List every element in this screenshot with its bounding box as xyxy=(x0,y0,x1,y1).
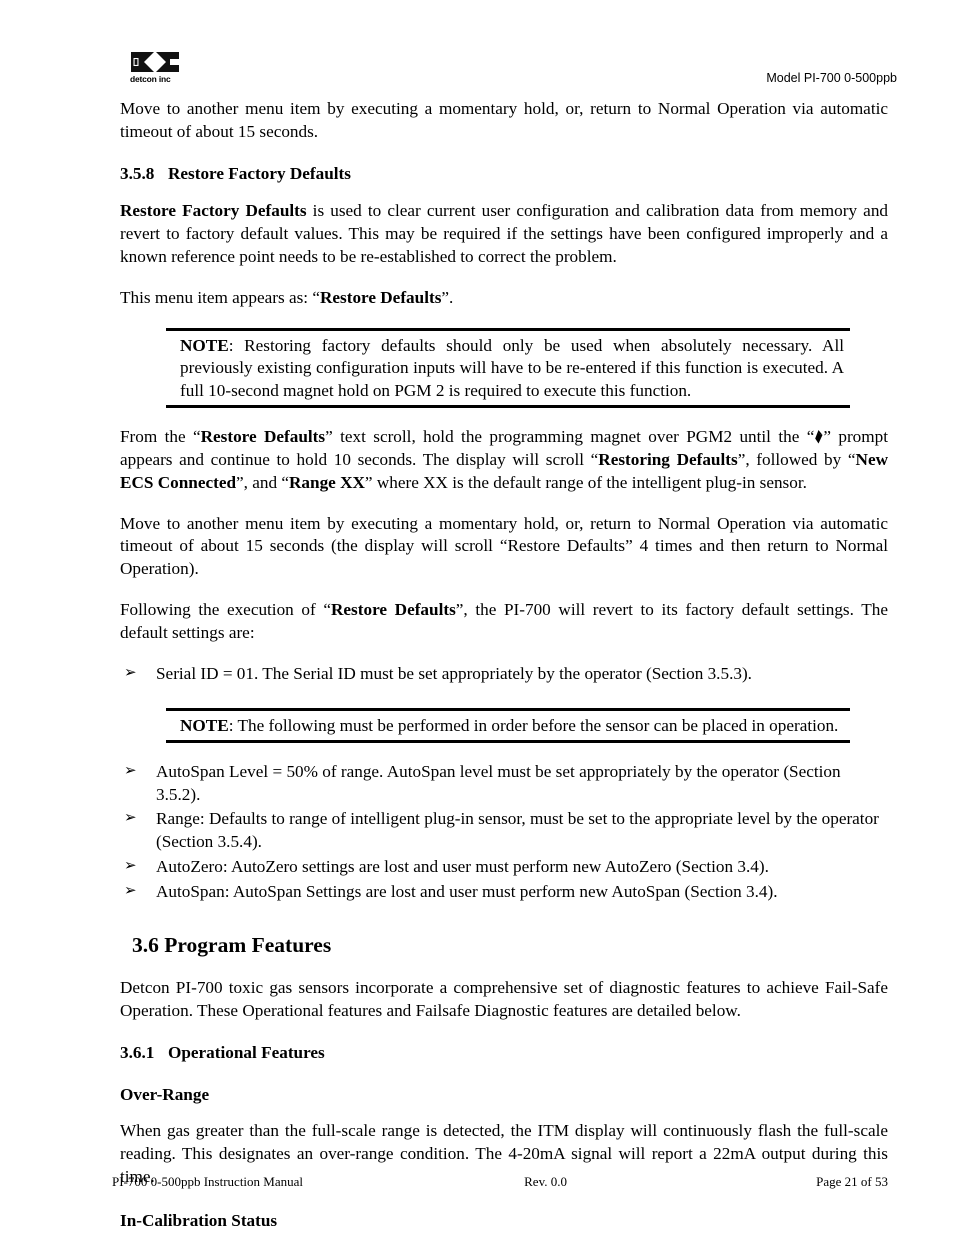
heading-3-5-8-number: 3.5.8 xyxy=(120,163,155,183)
arrow-bullet-icon: ➢ xyxy=(124,763,137,780)
inline-text-appears-post: ”. xyxy=(441,288,454,308)
inline-text-p4-g: ” where XX is the default range of the i… xyxy=(364,472,807,492)
document-page: detcon inc Model PI-700 0-500ppb Move to… xyxy=(0,0,954,1235)
note-body-1: : Restoring factory defaults should only… xyxy=(180,335,844,400)
inline-bold-restore-defaults-1: Restore Defaults xyxy=(319,288,442,308)
detcon-logo: detcon inc xyxy=(130,51,186,85)
inline-bold-restoring-defaults: Restoring Defaults xyxy=(598,449,738,469)
page-header: detcon inc Model PI-700 0-500ppb xyxy=(0,38,954,90)
arrow-bullet-icon: ➢ xyxy=(124,857,137,874)
paragraph-restore-factory-defaults-desc: Restore Factory Defaults is used to clea… xyxy=(120,200,888,269)
detcon-dc-logo-icon xyxy=(130,51,180,73)
list-item: ➢ Range: Defaults to range of intelligent… xyxy=(120,808,888,853)
list-item-text: AutoSpan: AutoSpan Settings are lost and… xyxy=(156,881,778,901)
inline-text-appears-pre: This menu item appears as: “ xyxy=(120,288,320,308)
heading-in-calibration-status: In-Calibration Status xyxy=(120,1210,278,1230)
note-body-2: : The following must be performed in ord… xyxy=(228,715,839,735)
note-label-1: NOTE xyxy=(180,335,229,355)
inline-text-p6-a: Following the execution of “ xyxy=(120,600,332,620)
arrow-bullet-icon: ➢ xyxy=(124,882,137,899)
heading-over-range: Over-Range xyxy=(120,1085,210,1105)
detcon-logo-wordmark: detcon inc xyxy=(130,74,171,84)
list-item: ➢ AutoZero: AutoZero settings are lost an… xyxy=(120,856,888,879)
default-settings-list-part1: ➢ Serial ID = 01. The Serial ID must be s… xyxy=(120,663,888,686)
note-box-following-order-text: NOTE: The following must be performed in… xyxy=(180,715,844,737)
heading-3-6-1-number: 3.6.1 xyxy=(120,1042,155,1062)
heading-3-6-1-title: Operational Features xyxy=(168,1042,325,1062)
inline-bold-restore-defaults-2: Restore Defaults xyxy=(200,426,326,446)
list-item-text: AutoZero: AutoZero settings are lost and… xyxy=(156,856,769,876)
paragraph-following-execution: Following the execution of “Restore Defa… xyxy=(120,599,888,645)
inline-bold-range-xx: Range XX xyxy=(289,472,365,492)
arrow-bullet-icon: ➢ xyxy=(124,810,137,827)
inline-text-p4-e: ”, followed by “ xyxy=(737,449,856,469)
list-item-text: AutoSpan Level = 50% of range. AutoSpan … xyxy=(156,762,841,804)
note-box-restoring-defaults: NOTE: Restoring factory defaults should … xyxy=(166,327,850,408)
list-item-text: Serial ID = 01. The Serial ID must be se… xyxy=(156,663,752,683)
inline-text-p4-a: From the “ xyxy=(120,426,201,446)
footer-page-number: Page 21 of 53 xyxy=(816,1174,888,1189)
inline-bold-restore-factory-defaults: Restore Factory Defaults xyxy=(120,201,307,221)
heading-3-5-8-title: Restore Factory Defaults xyxy=(168,163,351,183)
heading-3-6-program-features: 3.6 Program Features xyxy=(132,933,332,958)
paragraph-detcon-pi700-intro: Detcon PI-700 toxic gas sensors incorpor… xyxy=(120,978,888,1020)
note-label-2: NOTE xyxy=(180,715,229,735)
paragraph-move-to-another-menu-2: Move to another menu item by executing a… xyxy=(120,513,888,579)
arrow-bullet-icon: ➢ xyxy=(124,664,137,681)
magnet-prompt-glyph-icon xyxy=(814,429,823,444)
header-model-text: Model PI-700 0-500ppb xyxy=(766,71,897,85)
paragraph-from-restore-defaults-scroll: From the “Restore Defaults” text scroll,… xyxy=(120,426,888,495)
footer-revision: Rev. 0.0 xyxy=(524,1174,567,1189)
paragraph-move-to-another-menu-1: Move to another menu item by executing a… xyxy=(120,99,888,141)
heading-3-6-1: 3.6.1 Operational Features xyxy=(120,1043,888,1064)
list-item: ➢ AutoSpan: AutoSpan Settings are lost an… xyxy=(120,881,888,904)
footer-manual-title: PI-700 0-500ppb Instruction Manual xyxy=(112,1174,304,1189)
inline-text-p4-c: ” text scroll, hold the programming magn… xyxy=(325,426,815,446)
paragraph-menu-item-appears-as: This menu item appears as: “Restore Defa… xyxy=(120,287,888,310)
list-item: ➢ AutoSpan Level = 50% of range. AutoSpan… xyxy=(120,761,888,806)
note-box-restoring-defaults-text: NOTE: Restoring factory defaults should … xyxy=(180,335,844,402)
list-item: ➢ Serial ID = 01. The Serial ID must be s… xyxy=(120,663,888,686)
inline-bold-restore-defaults-3: Restore Defaults xyxy=(331,600,456,620)
heading-3-5-8: 3.5.8 Restore Factory Defaults xyxy=(120,164,888,185)
list-item-text: Range: Defaults to range of intelligent … xyxy=(156,809,879,852)
inline-text-p4-f: ”, and “ xyxy=(236,472,289,492)
note-box-following-order: NOTE: The following must be performed in… xyxy=(166,707,850,744)
page-body: Move to another menu item by executing a… xyxy=(120,98,888,1235)
page-footer: PI-700 0-500ppb Instruction Manual Rev. … xyxy=(112,1174,888,1190)
default-settings-list-part2: ➢ AutoSpan Level = 50% of range. AutoSpan… xyxy=(120,761,888,903)
